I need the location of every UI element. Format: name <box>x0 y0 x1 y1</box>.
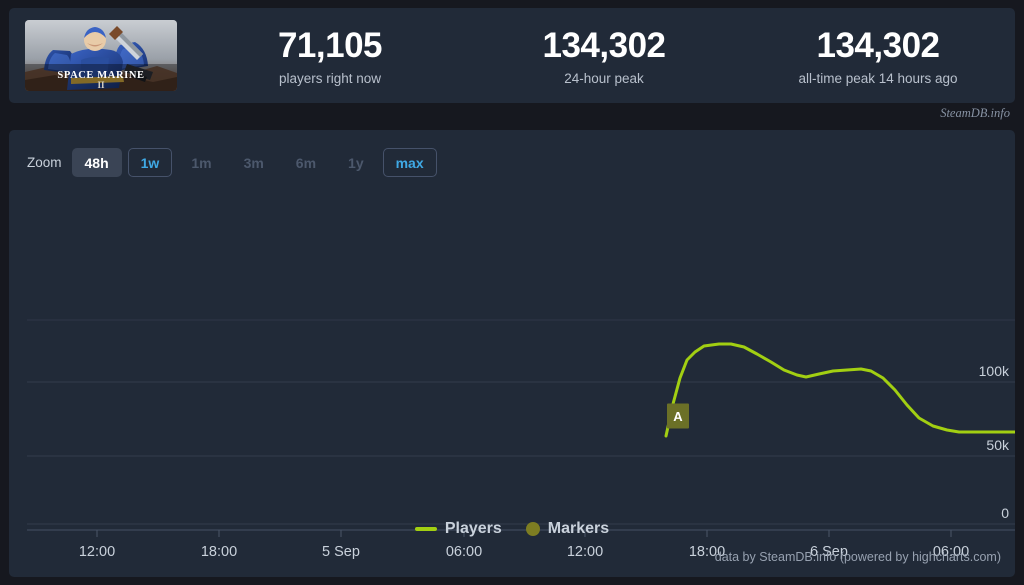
game-capsule-image[interactable]: SPACE MARINE II <box>25 20 177 91</box>
markers-dot-icon <box>525 522 540 536</box>
legend-item-players[interactable]: Players <box>414 520 502 538</box>
y-tick-label: 100k <box>979 363 1010 379</box>
chart-legend: Players Markers <box>9 520 1015 538</box>
steamdb-chart-page: SPACE MARINE II 71,105 players right now… <box>0 0 1024 585</box>
stat-players-right-now: 71,105 players right now <box>193 26 467 86</box>
stats-card: SPACE MARINE II 71,105 players right now… <box>9 8 1015 103</box>
stat-value: 134,302 <box>542 25 666 65</box>
stat-value: 71,105 <box>277 25 383 65</box>
chart-credit[interactable]: data by SteamDB.info (powered by highcha… <box>715 550 1001 564</box>
stat-24-hour-peak: 134,302 24-hour peak <box>467 26 741 86</box>
x-tick-label: 5 Sep <box>322 544 360 560</box>
stat-label: players right now <box>278 70 382 86</box>
y-tick-label: 50k <box>986 437 1010 453</box>
y-axis-labels: 0 50k 100k <box>979 363 1010 521</box>
x-tick-label: 18:00 <box>201 544 237 560</box>
steamdb-watermark: SteamDB.info <box>940 106 1010 120</box>
stat-label: all-time peak 14 hours ago <box>798 70 958 86</box>
x-tick-label: 12:00 <box>567 544 603 560</box>
x-tick-label: 06:00 <box>446 544 482 560</box>
stat-label: 24-hour peak <box>564 70 644 86</box>
player-count-chart-card: Zoom 48h 1w 1m 3m 6m 1y max 12:00 18:00 5 … <box>9 130 1015 577</box>
series-players-line <box>664 342 1015 438</box>
stat-value: 134,302 <box>816 25 940 65</box>
players-line-icon <box>414 527 437 531</box>
grid-lines <box>27 319 1015 525</box>
marker-flag-label: A <box>673 409 683 424</box>
svg-text:II: II <box>97 80 105 90</box>
y-tick-label: 0 <box>1001 505 1009 521</box>
stat-all-time-peak: 134,302 all-time peak 14 hours ago <box>741 26 1015 86</box>
legend-item-markers[interactable]: Markers <box>525 520 610 538</box>
legend-label: Markers <box>547 520 610 537</box>
x-tick-label: 12:00 <box>79 544 115 560</box>
game-thumbnail-wrap[interactable]: SPACE MARINE II <box>9 20 193 91</box>
legend-label: Players <box>444 520 502 537</box>
chart-annotations: A <box>667 403 689 429</box>
chart-plot-area[interactable]: 12:00 18:00 5 Sep 06:00 12:00 18:00 6 Sep 06:00… <box>9 130 1015 577</box>
players-series-path[interactable] <box>664 342 1015 438</box>
